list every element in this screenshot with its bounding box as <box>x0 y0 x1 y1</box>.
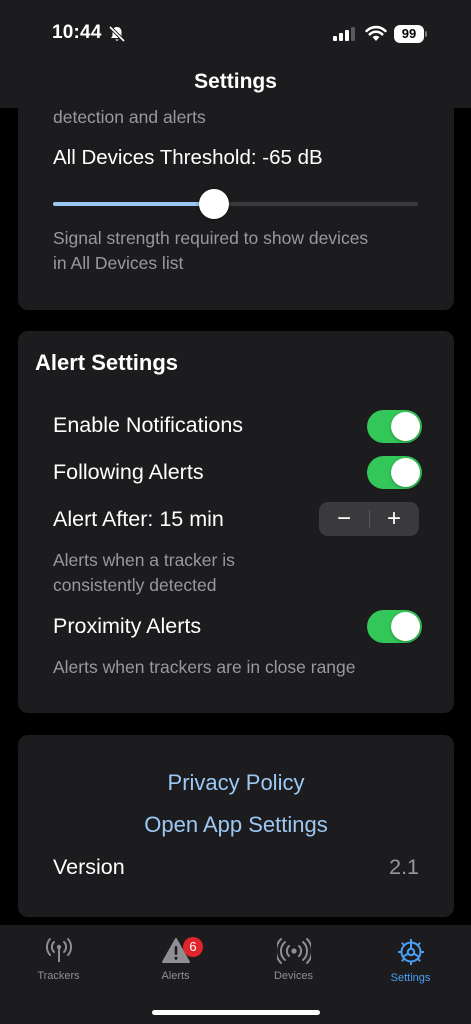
page-title: Settings <box>194 70 277 93</box>
enable-notifications-label: Enable Notifications <box>53 413 244 437</box>
top-bar: 10:44 99 Settings <box>0 0 471 108</box>
following-alerts-label: Following Alerts <box>53 460 204 484</box>
alert-settings-card: Alert Settings Enable Notifications Foll… <box>18 331 454 713</box>
slider-fill <box>53 202 214 206</box>
following-alerts-toggle[interactable] <box>367 456 422 489</box>
tab-label: Alerts <box>161 970 190 982</box>
battery-icon: 99 <box>394 25 424 43</box>
alert-after-help-line-2: consistently detected <box>53 575 217 595</box>
alert-after-label: Alert After: 15 min <box>53 507 224 531</box>
battery-nub <box>425 31 427 37</box>
tab-trackers[interactable]: Trackers <box>0 937 117 982</box>
tab-alerts[interactable]: 6 Alerts <box>117 937 234 982</box>
privacy-policy-link[interactable]: Privacy Policy <box>18 770 454 796</box>
detection-description: detection and alerts <box>53 107 206 127</box>
toggle-knob <box>391 458 420 487</box>
increment-button[interactable]: + <box>369 502 419 536</box>
toggle-knob <box>391 412 420 441</box>
decrement-button[interactable]: − <box>319 502 369 536</box>
alert-after-stepper[interactable]: − + <box>319 502 419 536</box>
section-title: Alert Settings <box>35 350 179 375</box>
open-app-settings-link[interactable]: Open App Settings <box>18 812 454 838</box>
threshold-help-line-2: in All Devices list <box>53 253 184 273</box>
enable-notifications-toggle[interactable] <box>367 410 422 443</box>
proximity-alerts-toggle[interactable] <box>367 610 422 643</box>
version-value: 2.1 <box>389 855 419 879</box>
proximity-help: Alerts when trackers are in close range <box>53 657 356 677</box>
alerts-badge: 6 <box>183 937 203 957</box>
tab-settings[interactable]: Settings <box>352 937 469 984</box>
antenna-icon <box>45 938 72 962</box>
tab-label: Devices <box>273 970 314 982</box>
tab-label: Settings <box>390 972 431 984</box>
gear-icon <box>397 939 424 965</box>
version-label: Version <box>53 855 125 879</box>
toggle-knob <box>391 612 420 641</box>
alert-after-help-line-1: Alerts when a tracker is <box>53 550 235 570</box>
cellular-signal-icon <box>333 27 355 41</box>
threshold-label: All Devices Threshold: -65 dB <box>53 146 323 169</box>
home-indicator <box>152 1010 320 1015</box>
proximity-alerts-label: Proximity Alerts <box>53 614 202 638</box>
wifi-icon <box>365 25 387 41</box>
bell-off-icon <box>108 25 126 43</box>
slider-thumb[interactable] <box>198 189 229 219</box>
threshold-help-line-1: Signal strength required to show devices <box>53 228 369 248</box>
tab-label: Trackers <box>37 970 80 982</box>
tab-devices[interactable]: Devices <box>235 937 352 982</box>
broadcast-icon <box>276 938 311 964</box>
status-time: 10:44 <box>52 22 102 43</box>
app-info-card: Privacy Policy Open App Settings Version… <box>18 735 454 917</box>
threshold-slider[interactable] <box>53 189 418 219</box>
